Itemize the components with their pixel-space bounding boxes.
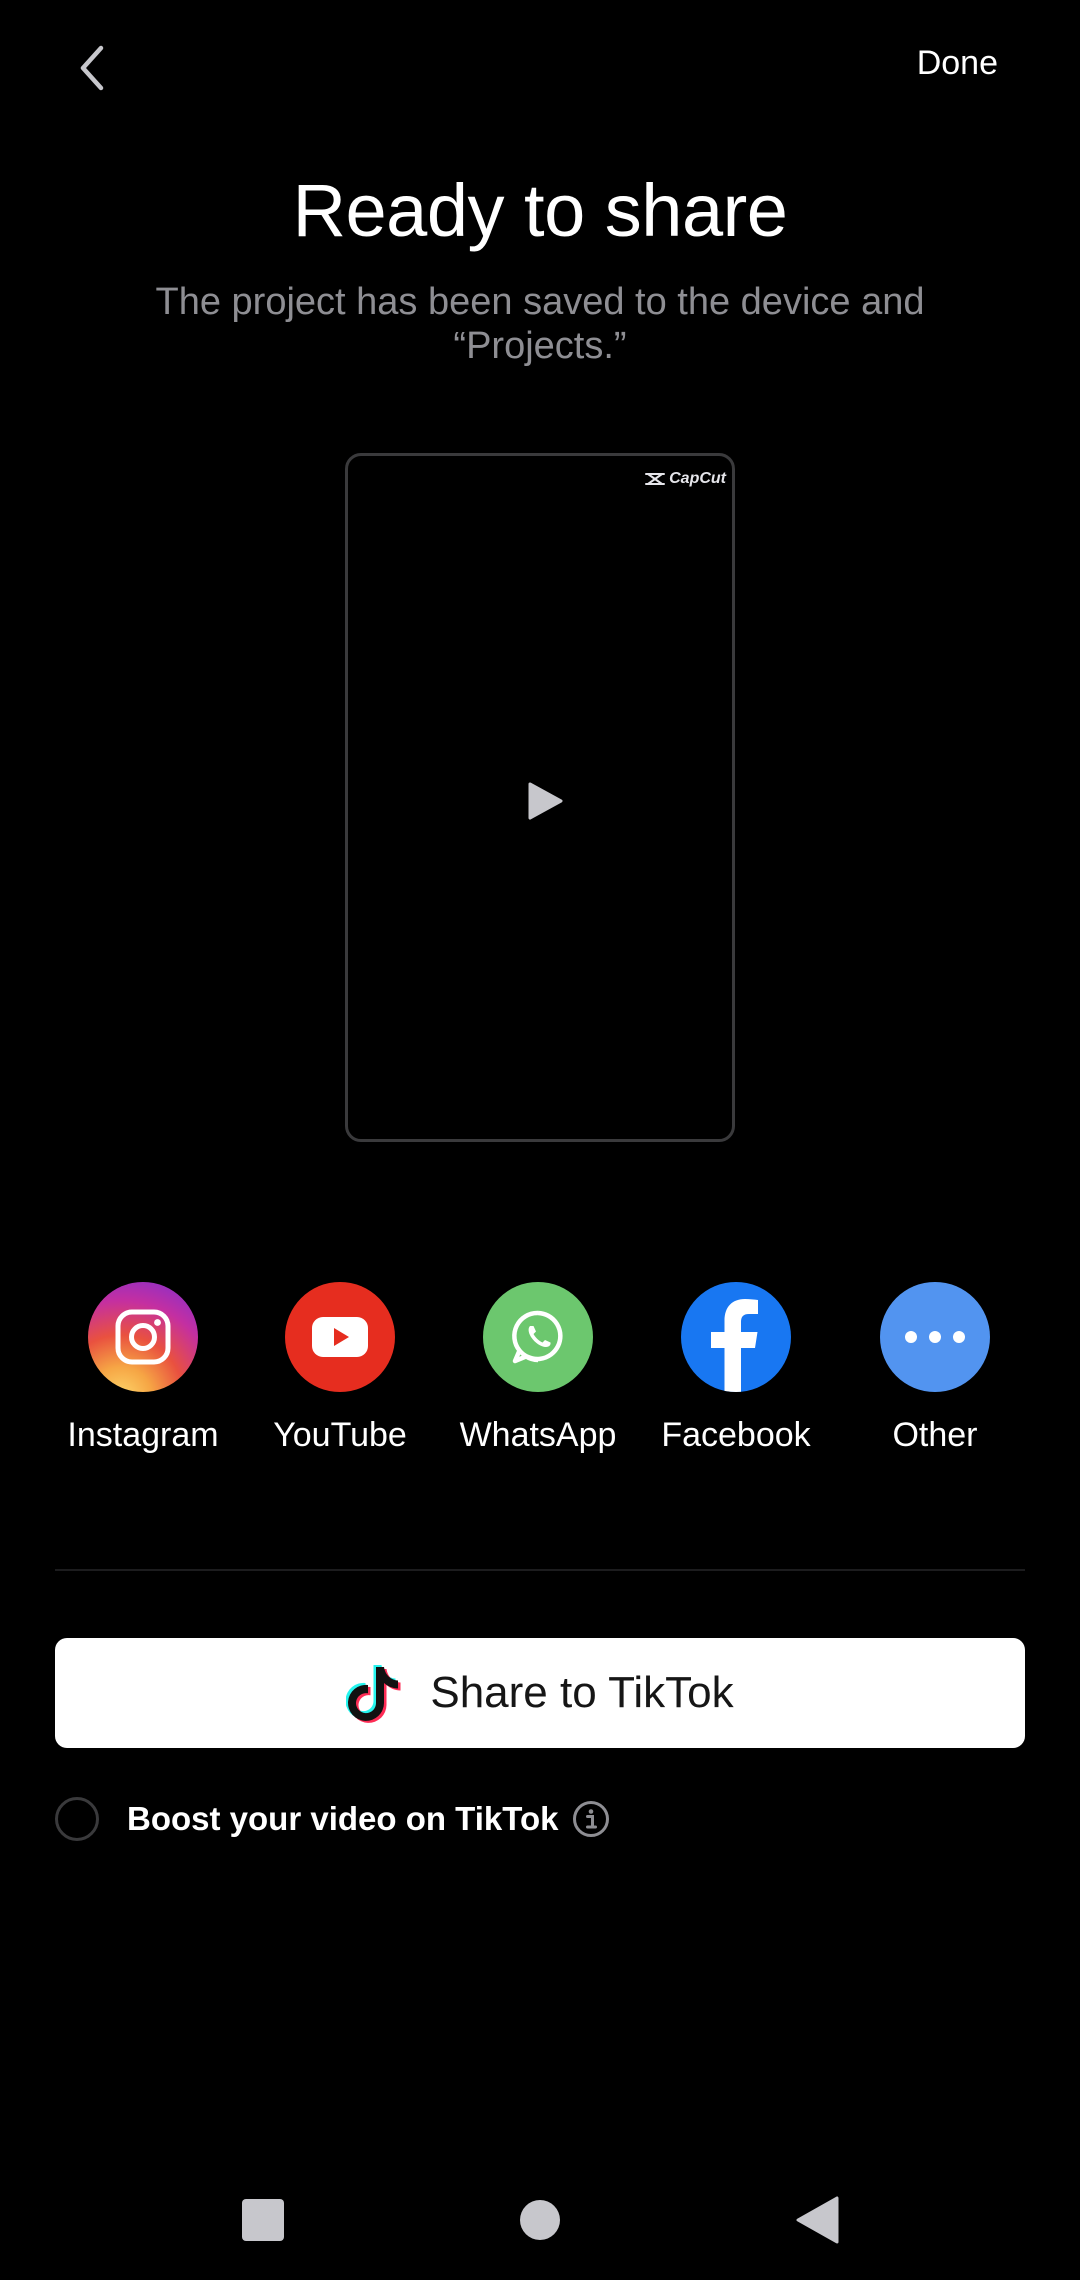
watermark-text: CapCut	[669, 470, 726, 487]
share-to-tiktok-label: Share to TikTok	[430, 1668, 734, 1717]
triangle-back-icon	[796, 2196, 839, 2244]
share-instagram[interactable]: Instagram	[48, 1282, 238, 1455]
share-label: Other	[892, 1416, 978, 1454]
share-other[interactable]: Other	[840, 1282, 1030, 1455]
info-icon[interactable]	[572, 1800, 610, 1838]
chevron-left-icon	[80, 45, 104, 91]
share-facebook[interactable]: Facebook	[641, 1282, 831, 1455]
share-targets: Instagram YouTube WhatsApp Facebook Othe…	[0, 1282, 1080, 1482]
more-icon	[880, 1282, 990, 1392]
facebook-icon	[681, 1282, 791, 1392]
back-button[interactable]	[62, 38, 122, 98]
boost-option: Boost your video on TikTok	[55, 1792, 610, 1846]
video-preview[interactable]: CapCut	[345, 453, 735, 1142]
recents-button[interactable]	[231, 2188, 295, 2252]
boost-checkbox[interactable]	[55, 1797, 99, 1841]
share-label: Instagram	[67, 1416, 219, 1454]
capcut-watermark: CapCut	[645, 470, 726, 488]
share-youtube[interactable]: YouTube	[245, 1282, 435, 1455]
share-label: Facebook	[661, 1416, 811, 1454]
system-back-button[interactable]	[785, 2188, 849, 2252]
youtube-icon	[285, 1282, 395, 1392]
play-icon[interactable]	[527, 782, 563, 820]
divider	[55, 1569, 1025, 1571]
tiktok-icon	[346, 1665, 401, 1723]
home-button[interactable]	[508, 2188, 572, 2252]
capcut-logo-icon	[645, 473, 666, 485]
instagram-icon	[88, 1282, 198, 1392]
share-to-tiktok-button[interactable]: Share to TikTok	[55, 1638, 1025, 1748]
done-button[interactable]: Done	[917, 44, 998, 83]
boost-label: Boost your video on TikTok	[127, 1800, 559, 1837]
page-title: Ready to share	[292, 169, 788, 252]
share-whatsapp[interactable]: WhatsApp	[443, 1282, 633, 1455]
share-label: WhatsApp	[459, 1416, 617, 1454]
top-bar: Done	[0, 0, 1080, 140]
share-label: YouTube	[273, 1416, 407, 1454]
whatsapp-icon	[483, 1282, 593, 1392]
system-navigation-bar	[0, 2160, 1080, 2280]
square-icon	[242, 2199, 284, 2241]
page-subtitle: The project has been saved to the device…	[155, 281, 925, 367]
circle-icon	[520, 2200, 560, 2240]
